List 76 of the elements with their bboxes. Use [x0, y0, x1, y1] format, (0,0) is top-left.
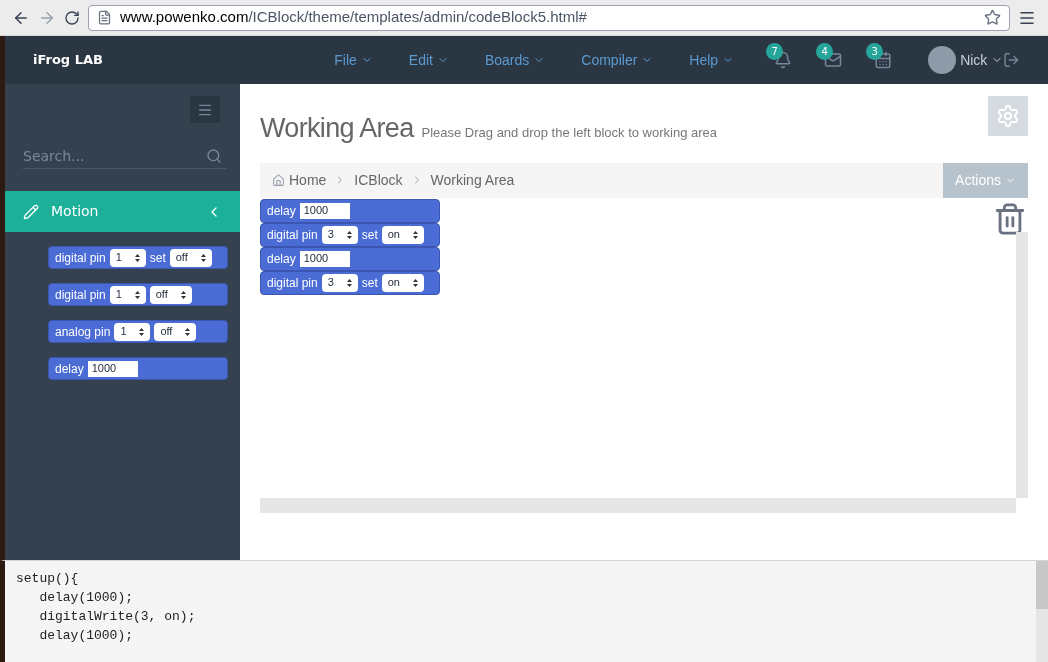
code-block[interactable]: digital pin 1 set off [48, 246, 228, 269]
delay-input[interactable]: 1000 [87, 360, 138, 377]
updown-arrow-icon [346, 230, 352, 239]
pin-select[interactable]: 1 [114, 322, 151, 341]
code-block[interactable]: analog pin 1 off [48, 320, 228, 343]
count-badge: 7 [766, 43, 784, 60]
updown-arrow-icon [134, 253, 140, 262]
gear-icon [996, 104, 1020, 128]
reload-icon[interactable] [64, 9, 80, 26]
code-line: digitalWrite(3, on); [38, 608, 197, 626]
updown-arrow-icon [412, 230, 418, 239]
block-label: delay [267, 202, 296, 220]
code-block[interactable]: delay 1000 [48, 357, 228, 380]
page-icon [97, 10, 112, 25]
updown-arrow-icon [200, 253, 206, 262]
block-label: digital pin [55, 249, 106, 267]
pin-select[interactable]: 1 [109, 285, 146, 304]
updown-arrow-icon [185, 327, 191, 336]
search-icon[interactable] [206, 148, 222, 164]
nav-menu[interactable]: Compiler [581, 49, 654, 71]
state-select[interactable]: off [154, 322, 197, 341]
block-label: delay [55, 360, 84, 378]
count-badge: 3 [866, 43, 884, 60]
block-label: set [361, 274, 378, 292]
updown-arrow-icon [139, 327, 145, 336]
breadcrumb-link[interactable]: Home [289, 169, 327, 191]
page-subtitle: Please Drag and drop the left block to working area [421, 124, 718, 142]
delay-input[interactable]: 1000 [299, 202, 350, 219]
sidebar-toggle[interactable] [190, 96, 220, 123]
nav-menu[interactable]: Edit [408, 49, 449, 71]
updown-arrow-icon [346, 278, 352, 287]
nav-menu[interactable]: Help [689, 49, 735, 71]
state-select[interactable]: off [169, 248, 212, 267]
trash-icon[interactable] [993, 201, 1027, 236]
updown-arrow-icon [412, 278, 418, 287]
vertical-scrollbar[interactable] [1016, 231, 1028, 498]
count-badge: 4 [816, 43, 834, 60]
address-bar[interactable]: www.powenko.com/ICBlock/theme/templates/admin/codeBlock5.html# [88, 4, 1010, 31]
nav-menu[interactable]: Boards [484, 49, 546, 71]
search-field[interactable]: Search... [23, 143, 226, 169]
code-block[interactable]: digital pin 1 off [48, 283, 228, 306]
state-select[interactable]: off [149, 285, 192, 304]
block-label: digital pin [55, 286, 106, 304]
block-label: set [361, 226, 378, 244]
avatar[interactable] [928, 46, 957, 74]
block-label: delay [267, 250, 296, 268]
logout-icon[interactable] [1003, 51, 1020, 69]
code-scrollbar[interactable] [1036, 561, 1048, 662]
star-icon[interactable] [984, 9, 1001, 26]
updown-arrow-icon [180, 290, 186, 299]
code-line: delay(1000); [38, 627, 135, 645]
logo[interactable]: iFrog LAB [33, 50, 311, 70]
state-select[interactable]: on [381, 225, 424, 244]
url-text: www.powenko.com/ICBlock/theme/templates/admin/codeBlock5.html# [120, 7, 588, 28]
state-select[interactable]: on [381, 273, 424, 292]
code-line: setup(){ [16, 570, 80, 588]
home-icon [272, 173, 285, 187]
block-label: digital pin [267, 274, 318, 292]
block-label: set [149, 249, 166, 267]
code-block[interactable]: delay 1000 [260, 246, 440, 271]
block-label: analog pin [55, 323, 111, 341]
pin-select[interactable]: 3 [321, 273, 358, 292]
breadcrumb-link[interactable]: ICBlock [354, 169, 403, 191]
pin-select[interactable]: 1 [109, 248, 146, 267]
block-label: digital pin [267, 226, 318, 244]
code-block[interactable]: digital pin 3 set on [260, 270, 440, 295]
code-block[interactable]: digital pin 3 set on [260, 222, 440, 247]
code-line: delay(1000); [38, 589, 135, 607]
pencil-icon [23, 203, 39, 220]
page-title: Working Area [260, 112, 414, 145]
user-menu[interactable]: Nick [960, 49, 1004, 71]
pin-select[interactable]: 3 [321, 225, 358, 244]
delay-input[interactable]: 1000 [299, 250, 350, 267]
nav-menu[interactable]: File [334, 49, 373, 71]
updown-arrow-icon [134, 290, 140, 299]
code-block[interactable]: delay 1000 [260, 198, 440, 223]
